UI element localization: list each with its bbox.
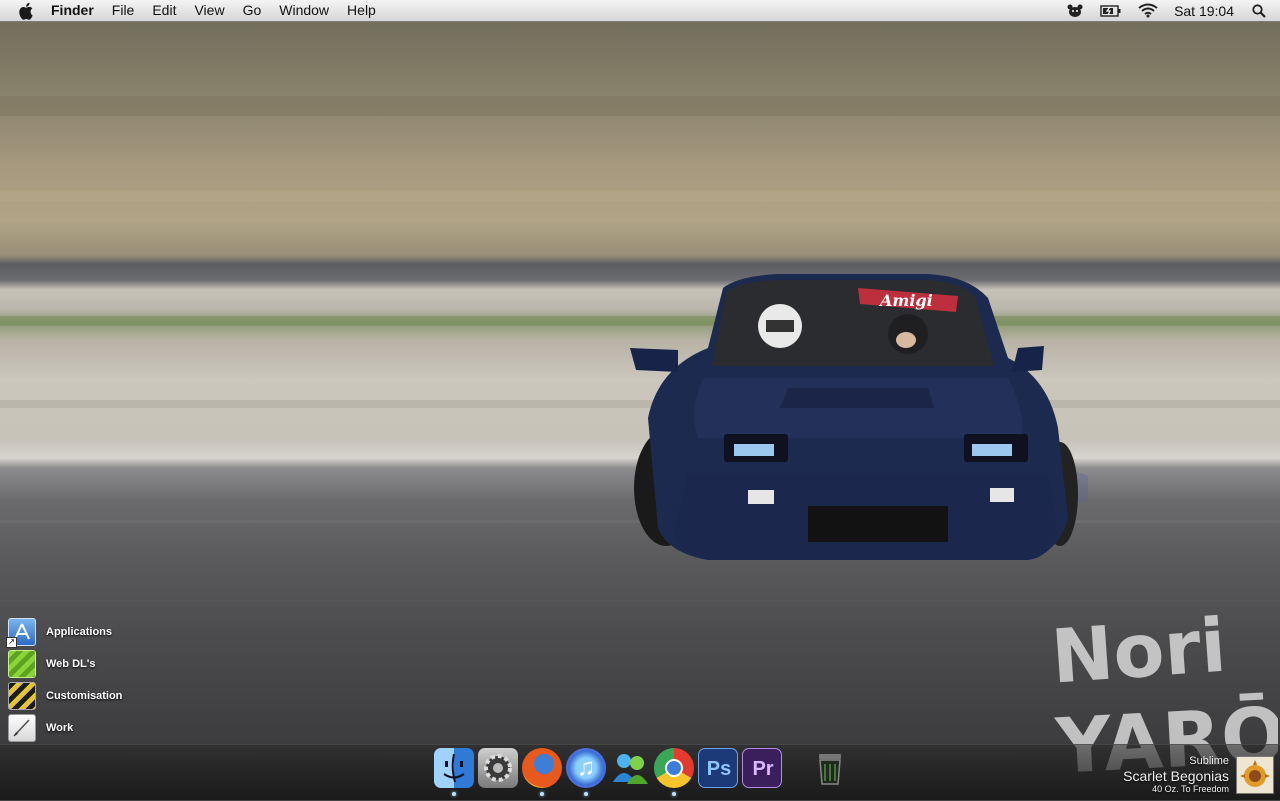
pen-document-icon [8,714,36,742]
wifi-icon[interactable] [1138,0,1158,21]
trash-icon [819,754,841,785]
menu-bar: Finder File Edit View Go Window Help Sat… [0,0,1280,22]
bear-icon[interactable] [1066,0,1084,21]
running-indicator [540,792,544,796]
premiere-icon: Pr [752,757,774,780]
app-store-folder-icon: ↗ [6,618,36,648]
spotlight-search-icon[interactable] [1252,0,1266,21]
menu-app-finder[interactable]: Finder [51,0,103,21]
now-playing-album: 40 Oz. To Freedom [1152,784,1229,794]
svg-text:Nori: Nori [1049,603,1229,701]
photoshop-icon: Ps [706,757,732,780]
stack-label: Customisation [46,690,123,702]
now-playing-track: Scarlet Begonias [1123,768,1229,784]
dock-firefox[interactable] [522,748,562,796]
menu-file[interactable]: File [103,0,144,21]
hazard-stripes-folder-icon [8,682,36,710]
running-indicator [672,792,676,796]
running-indicator [584,792,588,796]
album-art-cover[interactable] [1236,756,1274,794]
menu-go[interactable]: Go [234,0,271,21]
stack-web-dls[interactable]: Web DL's [8,648,122,680]
chrome-icon [665,759,683,777]
stack-customisation[interactable]: Customisation [8,680,122,712]
menu-window[interactable]: Window [270,0,338,21]
dock-premiere[interactable]: Pr [742,748,782,788]
menu-edit[interactable]: Edit [143,0,185,21]
battery-icon[interactable] [1100,0,1122,21]
dock-itunes[interactable]: ♫ [566,748,606,796]
now-playing-widget: Sublime Scarlet Begonias 40 Oz. To Freed… [1123,755,1229,795]
menu-view[interactable]: View [185,0,233,21]
dock-chrome[interactable] [654,748,694,796]
desktop-wallpaper: Amigi Nori YARŌ [0,0,1280,800]
desktop-stack-list: ↗ Applications Web DL's Customisation Wo… [6,616,122,744]
running-indicator [452,792,456,796]
drift-car-photo: Amigi [630,274,1088,560]
itunes-icon: ♫ [577,754,595,781]
now-playing-artist: Sublime [1189,755,1229,767]
dock-photoshop[interactable]: Ps [698,748,738,788]
windshield-banner: Amigi [878,291,933,310]
stack-work[interactable]: Work [8,712,122,744]
dock-messenger[interactable] [610,748,650,788]
menu-clock[interactable]: Sat 19:04 [1174,3,1234,19]
dock-finder[interactable] [434,748,474,796]
dock-trash[interactable] [810,748,850,788]
downloads-stack-icon [8,650,36,678]
dock: ♫ Ps Pr [432,748,852,796]
dock-system-preferences[interactable] [478,748,518,788]
system-preferences-gear-icon [484,754,512,782]
firefox-icon [522,748,562,788]
stack-label: Applications [46,626,113,638]
apple-logo-icon[interactable] [19,2,35,20]
stack-label: Web DL's [46,658,96,670]
stack-label: Work [46,722,74,734]
stack-applications[interactable]: ↗ Applications [6,616,122,648]
messenger-buddies-icon [613,754,648,784]
menu-help[interactable]: Help [338,0,385,21]
finder-icon [443,753,465,783]
